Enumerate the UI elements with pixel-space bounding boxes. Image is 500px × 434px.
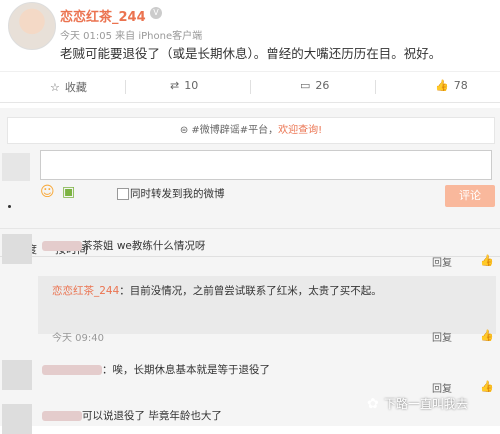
action-bar: ☆ 收藏 ⇄ 10 ▭ 26 👍 78 <box>0 71 500 103</box>
divider <box>250 80 251 94</box>
notice-icon: ⊜ <box>179 125 189 136</box>
post-meta: 今天 01:05 来自 iPhone客户端 <box>60 31 203 42</box>
image-icon[interactable]: ▣ <box>62 184 75 200</box>
star-icon: ☆ <box>50 80 60 94</box>
avatar[interactable] <box>8 2 56 50</box>
comment-text: ：唉，长期休息基本就是等于退役了 <box>42 362 270 377</box>
emoji-icon[interactable]: ☺ <box>40 184 55 200</box>
my-avatar <box>2 153 30 181</box>
repost-button[interactable]: ⇄ 10 <box>170 79 198 92</box>
divider <box>0 256 500 257</box>
divider <box>125 80 126 94</box>
reply-link[interactable]: 回复 <box>432 380 452 395</box>
comment-icon: ▭ <box>300 79 311 92</box>
thumbs-up-icon[interactable]: 👍 <box>480 380 494 393</box>
post-username[interactable]: 恋恋红茶_244 <box>60 6 146 25</box>
blurred-name <box>42 411 82 421</box>
comment-input[interactable] <box>40 150 492 180</box>
vip-badge-icon: V <box>150 7 162 19</box>
like-button[interactable]: 👍 78 <box>435 79 468 92</box>
forward-label: 同时转发到我的微博 <box>130 188 225 200</box>
comment-text: 茶茶姐 we教练什么情况呀 <box>42 238 205 253</box>
reply-link[interactable]: 回复 <box>432 254 452 269</box>
post-content: 老贼可能要退役了（或是长期休息）。曾经的大嘴还历历在目。祝好。 <box>60 46 442 61</box>
divider <box>375 80 376 94</box>
wechat-icon: ✿ <box>367 396 379 412</box>
reply-time: 今天 09:40 <box>52 333 104 344</box>
commenter-avatar[interactable] <box>2 234 32 264</box>
thumbs-up-icon[interactable]: 👍 <box>480 329 494 342</box>
blurred-name <box>42 241 82 251</box>
comment-button[interactable]: ▭ 26 <box>300 79 329 92</box>
thumbs-up-icon: 👍 <box>435 79 449 92</box>
thumbs-up-icon[interactable]: 👍 <box>480 254 494 267</box>
notice-link[interactable]: 欢迎查询! <box>278 125 322 136</box>
dot <box>8 205 11 208</box>
reply-text: 恋恋红茶_244：目前没情况，之前曾尝试联系了红米，太贵了买不起。 <box>52 285 382 297</box>
favorite-button[interactable]: ☆ 收藏 <box>50 79 87 95</box>
blurred-name <box>42 365 102 375</box>
commenter-avatar[interactable] <box>2 404 32 434</box>
watermark: 下路一直叫我去 <box>384 397 469 411</box>
commenter-avatar[interactable] <box>2 360 32 390</box>
forward-checkbox[interactable] <box>117 188 129 200</box>
repost-icon: ⇄ <box>170 79 180 92</box>
comment-text: 可以说退役了 毕竟年龄也大了 <box>42 408 222 423</box>
rumor-notice: ⊜ #微博辟谣#平台，欢迎查询! <box>7 117 495 144</box>
divider <box>0 228 500 229</box>
submit-comment-button[interactable]: 评论 <box>445 185 495 207</box>
reply-link[interactable]: 回复 <box>432 329 452 344</box>
